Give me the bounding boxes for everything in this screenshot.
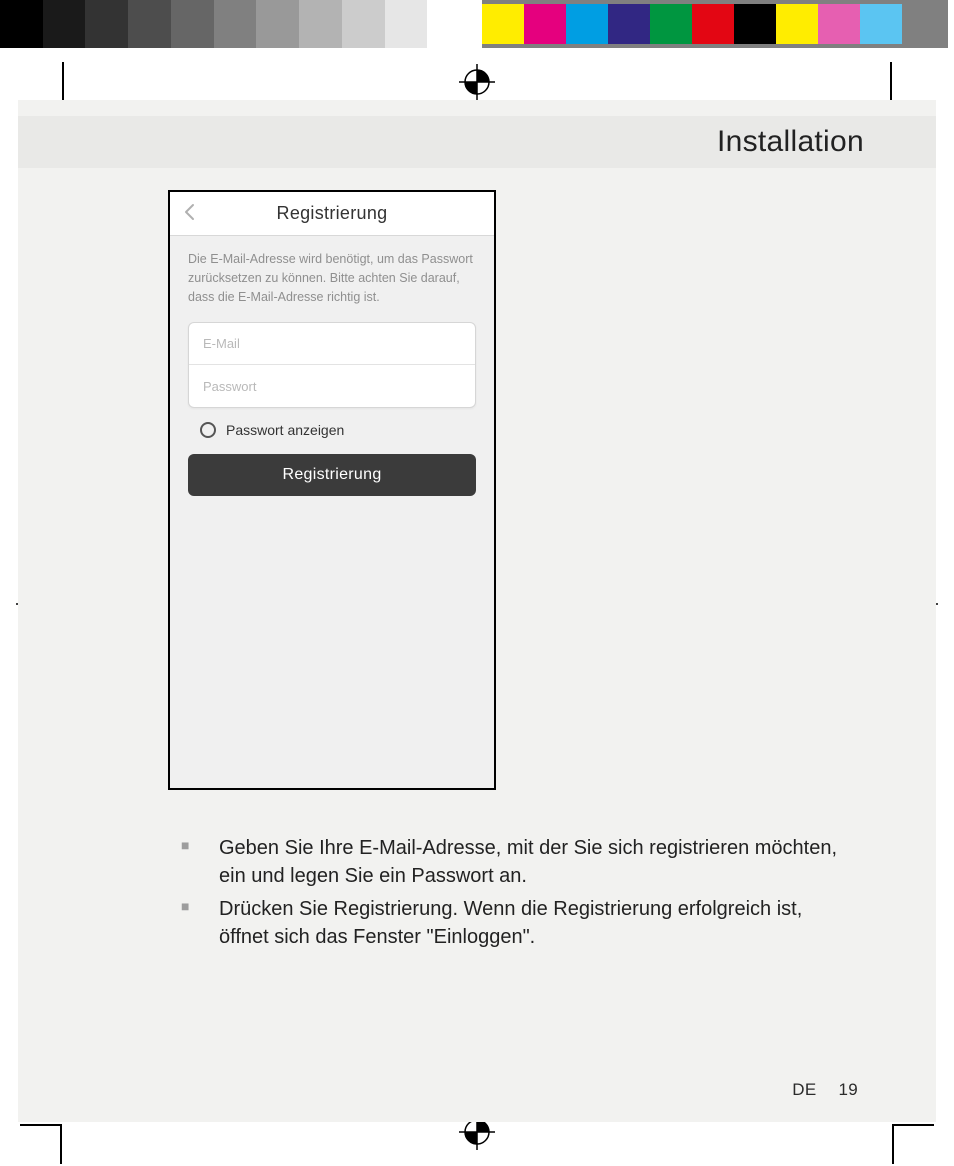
footer-page-number: 19 — [838, 1080, 858, 1100]
crop-mark-icon — [890, 62, 916, 100]
registration-mark-icon — [457, 62, 497, 102]
input-card: E-Mail Passwort — [188, 322, 476, 408]
register-button[interactable]: Registrierung — [188, 454, 476, 496]
register-button-label: Registrierung — [282, 466, 381, 484]
app-topbar: Registrierung — [170, 192, 494, 236]
crop-mark-icon — [20, 1124, 62, 1126]
crop-mark-icon — [892, 1124, 894, 1164]
email-placeholder: E-Mail — [203, 336, 240, 351]
app-screen-title: Registrierung — [277, 203, 388, 224]
password-placeholder: Passwort — [203, 379, 256, 394]
radio-icon — [200, 422, 216, 438]
page-title: Installation — [717, 125, 864, 159]
show-password-label: Passwort anzeigen — [226, 422, 344, 438]
crop-mark-icon — [38, 62, 64, 100]
crop-mark-icon — [60, 1124, 62, 1164]
footer-language: DE — [792, 1080, 816, 1100]
app-screenshot: Registrierung Die E-Mail-Adresse wird be… — [168, 190, 496, 790]
back-icon[interactable] — [180, 202, 200, 222]
app-description-text: Die E-Mail-Adresse wird benötigt, um das… — [188, 250, 476, 306]
list-item: Drücken Sie Registrierung. Wenn die Regi… — [171, 895, 848, 952]
print-color-bars — [0, 0, 954, 48]
show-password-toggle[interactable]: Passwort anzeigen — [200, 422, 472, 438]
list-item: Geben Sie Ihre E-Mail-Adresse, mit der S… — [171, 834, 848, 891]
instruction-list: Geben Sie Ihre E-Mail-Adresse, mit der S… — [131, 834, 848, 956]
manual-page: Installation Registrierung Die E-Mail-Ad… — [18, 100, 936, 1122]
crop-mark-icon — [892, 1124, 934, 1126]
page-header-band: Installation — [18, 116, 936, 168]
page-footer: DE 19 — [792, 1080, 858, 1100]
password-field[interactable]: Passwort — [189, 365, 475, 407]
email-field[interactable]: E-Mail — [189, 323, 475, 365]
